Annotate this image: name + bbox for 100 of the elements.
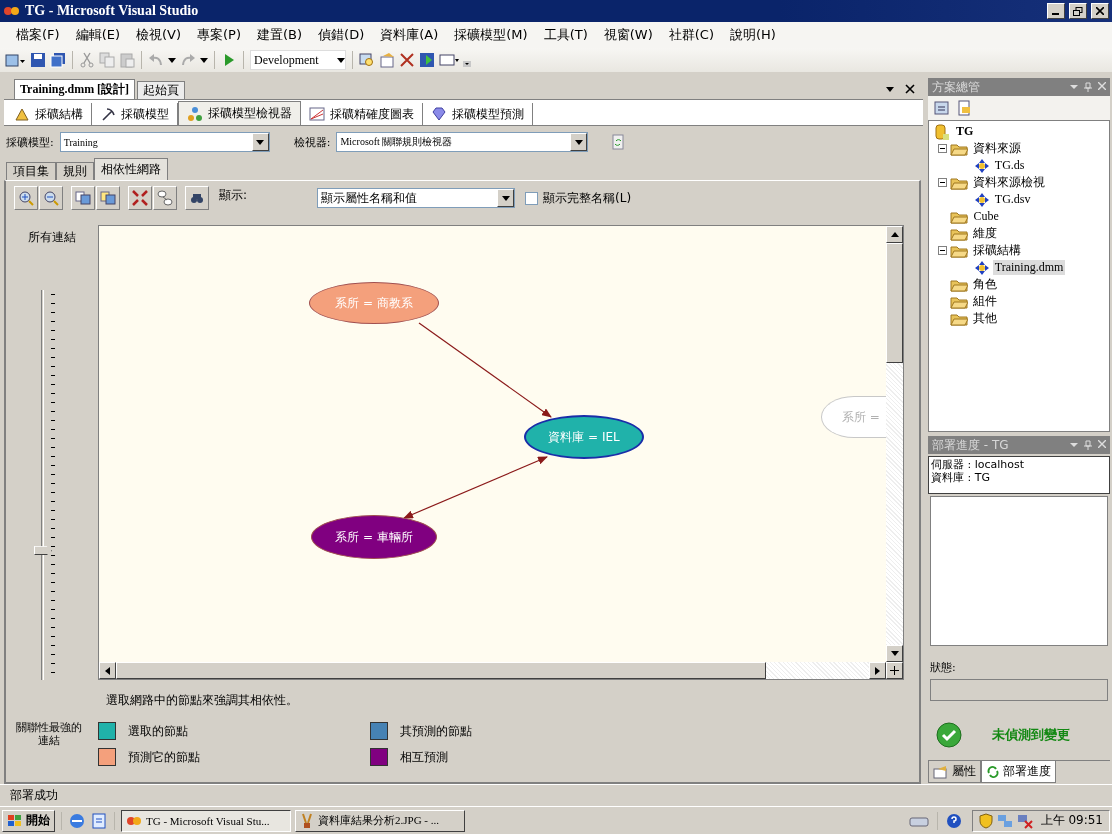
document-icon[interactable] <box>90 811 108 830</box>
app-logo-icon <box>126 814 142 827</box>
viewer-tab[interactable]: 規則 <box>56 162 94 180</box>
menu-item[interactable]: 偵錯(D) <box>310 26 373 44</box>
zoom-corner-button[interactable] <box>886 662 903 679</box>
folder-icon <box>950 294 969 309</box>
menu-item[interactable]: 建置(B) <box>249 26 311 44</box>
tree-item[interactable]: 角色 <box>971 276 1000 293</box>
collapse-toggle[interactable] <box>938 246 948 255</box>
viewer-label: 檢視器: <box>293 134 331 150</box>
menu-item[interactable]: 社群(C) <box>660 26 722 44</box>
tree-item[interactable]: 資料來源檢視 <box>971 174 1048 191</box>
copy-graph-button[interactable] <box>96 186 120 210</box>
menu-item[interactable]: 說明(H) <box>722 26 784 44</box>
menu-item[interactable]: 視窗(W) <box>595 26 661 44</box>
copy-icon <box>75 190 91 206</box>
up-arrow-icon <box>890 232 899 237</box>
scroll-up-button[interactable] <box>886 226 903 243</box>
pin-icon[interactable] <box>1084 440 1092 450</box>
new-project-icon[interactable] <box>4 52 26 68</box>
taskbar-button[interactable]: TG - Microsoft Visual Stu... <box>121 809 291 832</box>
folder-icon <box>950 209 969 224</box>
folder-icon <box>950 226 969 241</box>
menu-item[interactable]: 編輯(E) <box>67 26 128 44</box>
menu-item[interactable]: 專案(P) <box>189 26 249 44</box>
recycle-icon <box>986 764 1000 779</box>
panel-tab[interactable]: 屬性 <box>928 761 981 783</box>
network-error-icon[interactable] <box>1016 812 1033 829</box>
dropdown-button[interactable] <box>497 189 515 207</box>
document-tab[interactable]: Training.dmm [設計] <box>14 79 136 99</box>
scroll-right-button[interactable] <box>869 662 886 679</box>
viewer-dropdown[interactable]: Microsoft 關聯規則檢視器 <box>336 132 589 152</box>
menu-item[interactable]: 採礦模型(M) <box>446 26 536 44</box>
dropdown-button[interactable] <box>251 133 269 151</box>
find-icon[interactable] <box>359 52 375 68</box>
document-tab[interactable]: 起始頁 <box>137 81 186 99</box>
scroll-left-button[interactable] <box>99 662 116 679</box>
shield-icon[interactable] <box>978 812 993 829</box>
tree-item[interactable]: TG.dsv <box>992 192 1033 207</box>
taskbar-button[interactable]: 資料庫結果分析2.JPG - ... <box>295 809 465 832</box>
tree-item[interactable]: TG <box>954 124 976 139</box>
panel-tab[interactable]: 部署進度 <box>981 761 1056 783</box>
deploy-info-line: 伺服器 : localhost <box>931 459 1026 472</box>
dropdown-button[interactable] <box>570 133 588 151</box>
pin-icon[interactable] <box>1084 82 1092 92</box>
tree-item[interactable]: 組件 <box>971 293 1000 310</box>
tree-item[interactable]: Training.dmm <box>992 260 1066 275</box>
menu-item[interactable]: 資料庫(A) <box>372 26 447 44</box>
start-button[interactable]: 開始 <box>2 809 55 832</box>
folder-icon <box>950 277 969 292</box>
model-dropdown[interactable]: Training <box>59 132 270 152</box>
menu-item[interactable]: 檢視(V) <box>128 26 190 44</box>
fit-button[interactable] <box>128 186 152 210</box>
restore-button[interactable] <box>1069 3 1087 19</box>
layout-button[interactable] <box>153 186 177 210</box>
tree-item[interactable]: 採礦結構 <box>971 242 1024 259</box>
zoom-in-button[interactable] <box>14 186 38 210</box>
folder-icon <box>950 243 969 258</box>
help-icon[interactable] <box>945 812 962 829</box>
tree-item[interactable]: 資料來源 <box>971 140 1024 157</box>
checkmark-icon <box>936 722 962 748</box>
import-icon[interactable] <box>419 52 435 68</box>
dropdown-icon[interactable] <box>885 84 895 93</box>
vertical-scrollbar[interactable] <box>886 226 903 662</box>
close-icon[interactable] <box>905 83 915 94</box>
show-label: 顯示: <box>219 187 248 204</box>
scroll-down-button[interactable] <box>886 645 903 662</box>
browser-icon[interactable] <box>68 811 86 830</box>
nodes-icon <box>157 190 173 206</box>
horizontal-scrollbar[interactable] <box>99 662 886 679</box>
copy-button[interactable] <box>71 186 95 210</box>
collapse-toggle[interactable] <box>938 178 948 187</box>
designer-tab[interactable]: 採礦結構 <box>6 103 92 125</box>
tree-item[interactable]: TG.ds <box>992 158 1027 173</box>
menu-item[interactable]: 檔案(F) <box>8 26 68 44</box>
designer-tab[interactable]: 採礦精確度圖表 <box>301 103 423 125</box>
save-all-icon[interactable] <box>50 52 66 68</box>
designer-tab[interactable]: 採礦模型預測 <box>423 103 533 125</box>
viewer-tab[interactable]: 相依性網路 <box>94 158 168 180</box>
zoom-out-button[interactable] <box>39 186 63 210</box>
viewer-tab[interactable]: 項目集 <box>6 162 56 180</box>
window-icon[interactable] <box>439 52 459 68</box>
properties-icon[interactable] <box>934 100 950 116</box>
full-name-checkbox[interactable] <box>525 191 539 205</box>
tree-item[interactable]: 其他 <box>971 310 1000 327</box>
collapse-toggle[interactable] <box>938 144 948 153</box>
menu-item[interactable]: 工具(T) <box>535 26 596 44</box>
show-dropdown[interactable]: 顯示屬性名稱和值 <box>317 188 516 208</box>
network-node[interactable]: 系所 = 車輛所 <box>311 515 437 559</box>
tree-item[interactable]: 維度 <box>971 225 1000 242</box>
save-icon[interactable] <box>30 52 46 68</box>
tree-item[interactable]: Cube <box>971 209 1001 224</box>
network-icon <box>187 105 203 122</box>
close-button[interactable] <box>1091 3 1109 19</box>
caret-icon <box>574 139 583 145</box>
find-button[interactable] <box>185 186 209 210</box>
slider-thumb[interactable] <box>34 546 52 556</box>
caret-icon <box>256 139 265 145</box>
minimize-button[interactable] <box>1047 3 1065 19</box>
designer-tab[interactable]: 採礦模型檢視器 <box>178 101 301 125</box>
